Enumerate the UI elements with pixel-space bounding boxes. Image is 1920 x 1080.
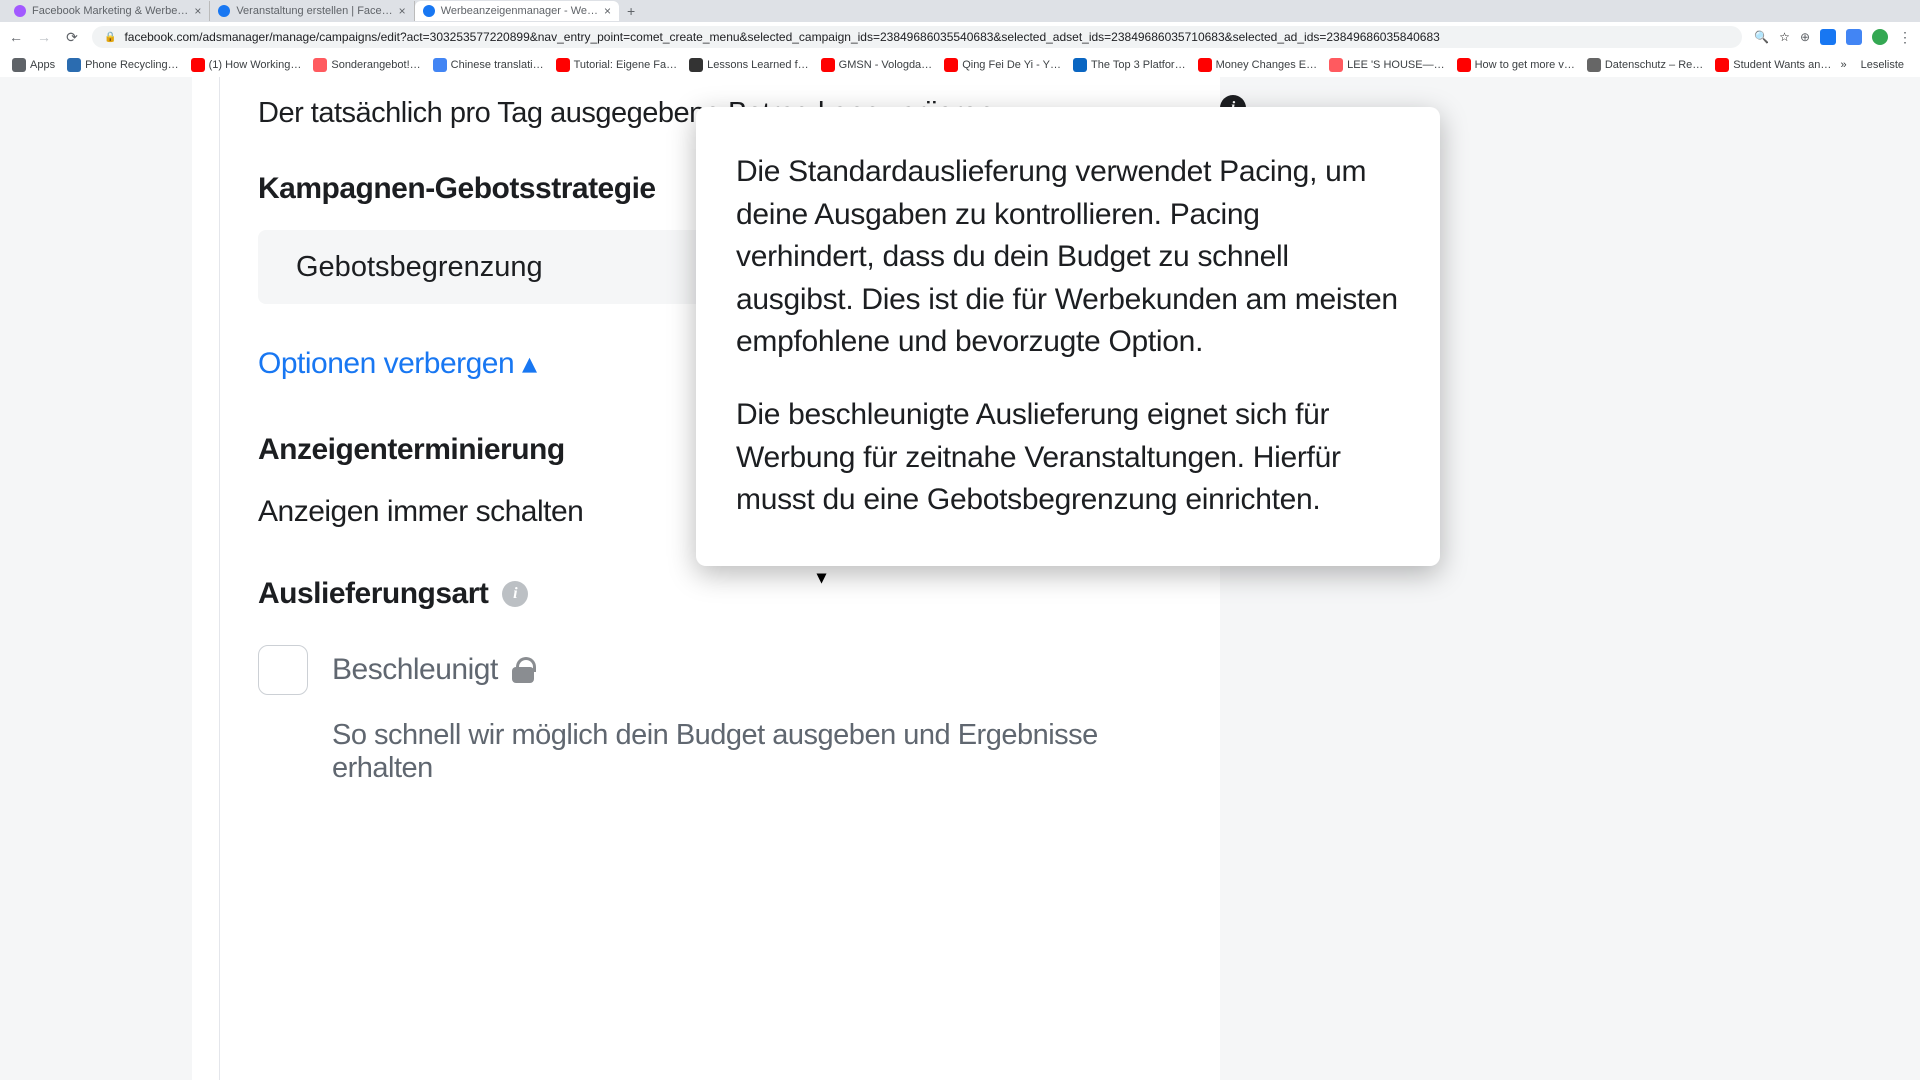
bookmark-label: Qing Fei De Yi - Y…	[962, 59, 1061, 71]
bookmark-favicon-icon	[944, 58, 958, 72]
bookmark-favicon-icon	[1587, 58, 1601, 72]
favicon-icon	[423, 5, 435, 17]
bookmark-favicon-icon	[1329, 58, 1343, 72]
settings-panel: Der tatsächlich pro Tag ausgegebene Betr…	[220, 77, 1220, 1080]
lock-icon	[512, 657, 534, 683]
info-icon[interactable]: i	[502, 581, 528, 607]
bookmark-overflow[interactable]: »	[1834, 59, 1852, 71]
bookmark-item[interactable]: How to get more v…	[1453, 56, 1579, 74]
bookmark-item[interactable]: Datenschutz – Re…	[1583, 56, 1707, 74]
bookmark-label: GMSN - Vologda…	[839, 59, 933, 71]
bookmark-label: The Top 3 Platfor…	[1091, 59, 1186, 71]
apps-icon	[12, 58, 26, 72]
back-button[interactable]: ←	[8, 29, 24, 45]
reading-list-button[interactable]: Leseliste	[1857, 59, 1912, 71]
browser-chrome: Facebook Marketing & Werbe… × Veranstalt…	[0, 0, 1920, 77]
bookmark-label: Tutorial: Eigene Fa…	[574, 59, 678, 71]
delivery-type-heading: Auslieferungsart	[258, 577, 488, 611]
page-content: Der tatsächlich pro Tag ausgegebene Betr…	[0, 77, 1920, 1080]
browser-tab-active[interactable]: Werbeanzeigenmanager - We… ×	[415, 1, 619, 21]
reload-button[interactable]: ⟳	[64, 29, 80, 46]
bookmark-item[interactable]: LEE 'S HOUSE—…	[1325, 56, 1448, 74]
bookmark-favicon-icon	[191, 58, 205, 72]
translate-icon[interactable]: ⊕	[1800, 30, 1810, 44]
apps-label: Apps	[30, 59, 55, 71]
bookmark-label: LEE 'S HOUSE—…	[1347, 59, 1444, 71]
bookmark-item[interactable]: (1) How Working…	[187, 56, 306, 74]
favicon-icon	[14, 5, 26, 17]
ext-icon[interactable]	[1846, 29, 1862, 45]
bookmark-favicon-icon	[67, 58, 81, 72]
bookmark-favicon-icon	[689, 58, 703, 72]
bookmark-favicon-icon	[433, 58, 447, 72]
nav-bar: ← → ⟳ 🔒 facebook.com/adsmanager/manage/c…	[0, 22, 1920, 52]
accelerated-description: So schnell wir möglich dein Budget ausge…	[332, 719, 1182, 785]
bookmark-label: (1) How Working…	[209, 59, 302, 71]
bookmark-favicon-icon	[556, 58, 570, 72]
bookmark-favicon-icon	[313, 58, 327, 72]
nav-right-icons: 🔍 ☆ ⊕ ⋮	[1754, 29, 1912, 46]
bookmark-favicon-icon	[1073, 58, 1087, 72]
tab-label: Veranstaltung erstellen | Face…	[236, 5, 392, 17]
bookmark-label: Money Changes E…	[1216, 59, 1318, 71]
bookmark-item[interactable]: Sonderangebot!…	[309, 56, 424, 74]
bookmark-label: How to get more v…	[1475, 59, 1575, 71]
browser-tab[interactable]: Facebook Marketing & Werbe… ×	[6, 1, 210, 21]
favicon-icon	[218, 5, 230, 17]
bookmark-favicon-icon	[1715, 58, 1729, 72]
tab-close-icon[interactable]: ×	[604, 4, 611, 18]
bookmark-label: Sonderangebot!…	[331, 59, 420, 71]
apps-button[interactable]: Apps	[8, 56, 59, 74]
bookmark-label: Datenschutz – Re…	[1605, 59, 1703, 71]
left-rail	[192, 77, 220, 1080]
browser-tab[interactable]: Veranstaltung erstellen | Face… ×	[210, 1, 414, 21]
cursor-icon: ▾	[817, 567, 826, 588]
bookmark-item[interactable]: GMSN - Vologda…	[817, 56, 937, 74]
tooltip-paragraph: Die Standardauslieferung verwendet Pacin…	[736, 151, 1400, 364]
tooltip-paragraph: Die beschleunigte Auslieferung eignet si…	[736, 394, 1400, 522]
bid-cap-label: Gebotsbegrenzung	[296, 251, 543, 284]
reading-list-label: Leseliste	[1861, 59, 1904, 71]
zoom-icon[interactable]: 🔍	[1754, 30, 1769, 44]
lock-icon: 🔒	[104, 32, 116, 43]
bookmark-item[interactable]: Qing Fei De Yi - Y…	[940, 56, 1065, 74]
bookmark-label: Student Wants an…	[1733, 59, 1830, 71]
tab-label: Facebook Marketing & Werbe…	[32, 5, 188, 17]
menu-icon[interactable]: ⋮	[1898, 29, 1912, 46]
bookmark-favicon-icon	[1457, 58, 1471, 72]
bookmark-item[interactable]: Student Wants an…	[1711, 56, 1830, 74]
ext-icon[interactable]	[1820, 29, 1836, 45]
bookmark-label: Phone Recycling…	[85, 59, 179, 71]
forward-button[interactable]: →	[36, 29, 52, 45]
bookmark-label: Lessons Learned f…	[707, 59, 809, 71]
tab-close-icon[interactable]: ×	[194, 4, 201, 18]
tab-bar: Facebook Marketing & Werbe… × Veranstalt…	[0, 0, 1920, 22]
bookmark-item[interactable]: The Top 3 Platfor…	[1069, 56, 1190, 74]
url-text: facebook.com/adsmanager/manage/campaigns…	[124, 30, 1439, 44]
bookmark-item[interactable]: Tutorial: Eigene Fa…	[552, 56, 682, 74]
url-bar[interactable]: 🔒 facebook.com/adsmanager/manage/campaig…	[92, 26, 1742, 48]
bookmark-item[interactable]: Money Changes E…	[1194, 56, 1322, 74]
accelerated-label: Beschleunigt	[332, 653, 498, 687]
bookmark-item[interactable]: Chinese translati…	[429, 56, 548, 74]
bookmark-item[interactable]: Phone Recycling…	[63, 56, 183, 74]
accelerated-checkbox[interactable]	[258, 645, 308, 695]
bookmark-label: Chinese translati…	[451, 59, 544, 71]
tab-close-icon[interactable]: ×	[399, 4, 406, 18]
bookmark-bar: Apps Phone Recycling… (1) How Working… Son…	[0, 52, 1920, 77]
bookmark-favicon-icon	[1198, 58, 1212, 72]
star-icon[interactable]: ☆	[1779, 30, 1790, 44]
bookmark-favicon-icon	[821, 58, 835, 72]
delivery-type-tooltip: Die Standardauslieferung verwendet Pacin…	[696, 107, 1440, 566]
new-tab-button[interactable]: +	[619, 3, 643, 19]
ext-icon[interactable]	[1872, 29, 1888, 45]
tab-label: Werbeanzeigenmanager - We…	[441, 5, 598, 17]
bookmark-item[interactable]: Lessons Learned f…	[685, 56, 813, 74]
